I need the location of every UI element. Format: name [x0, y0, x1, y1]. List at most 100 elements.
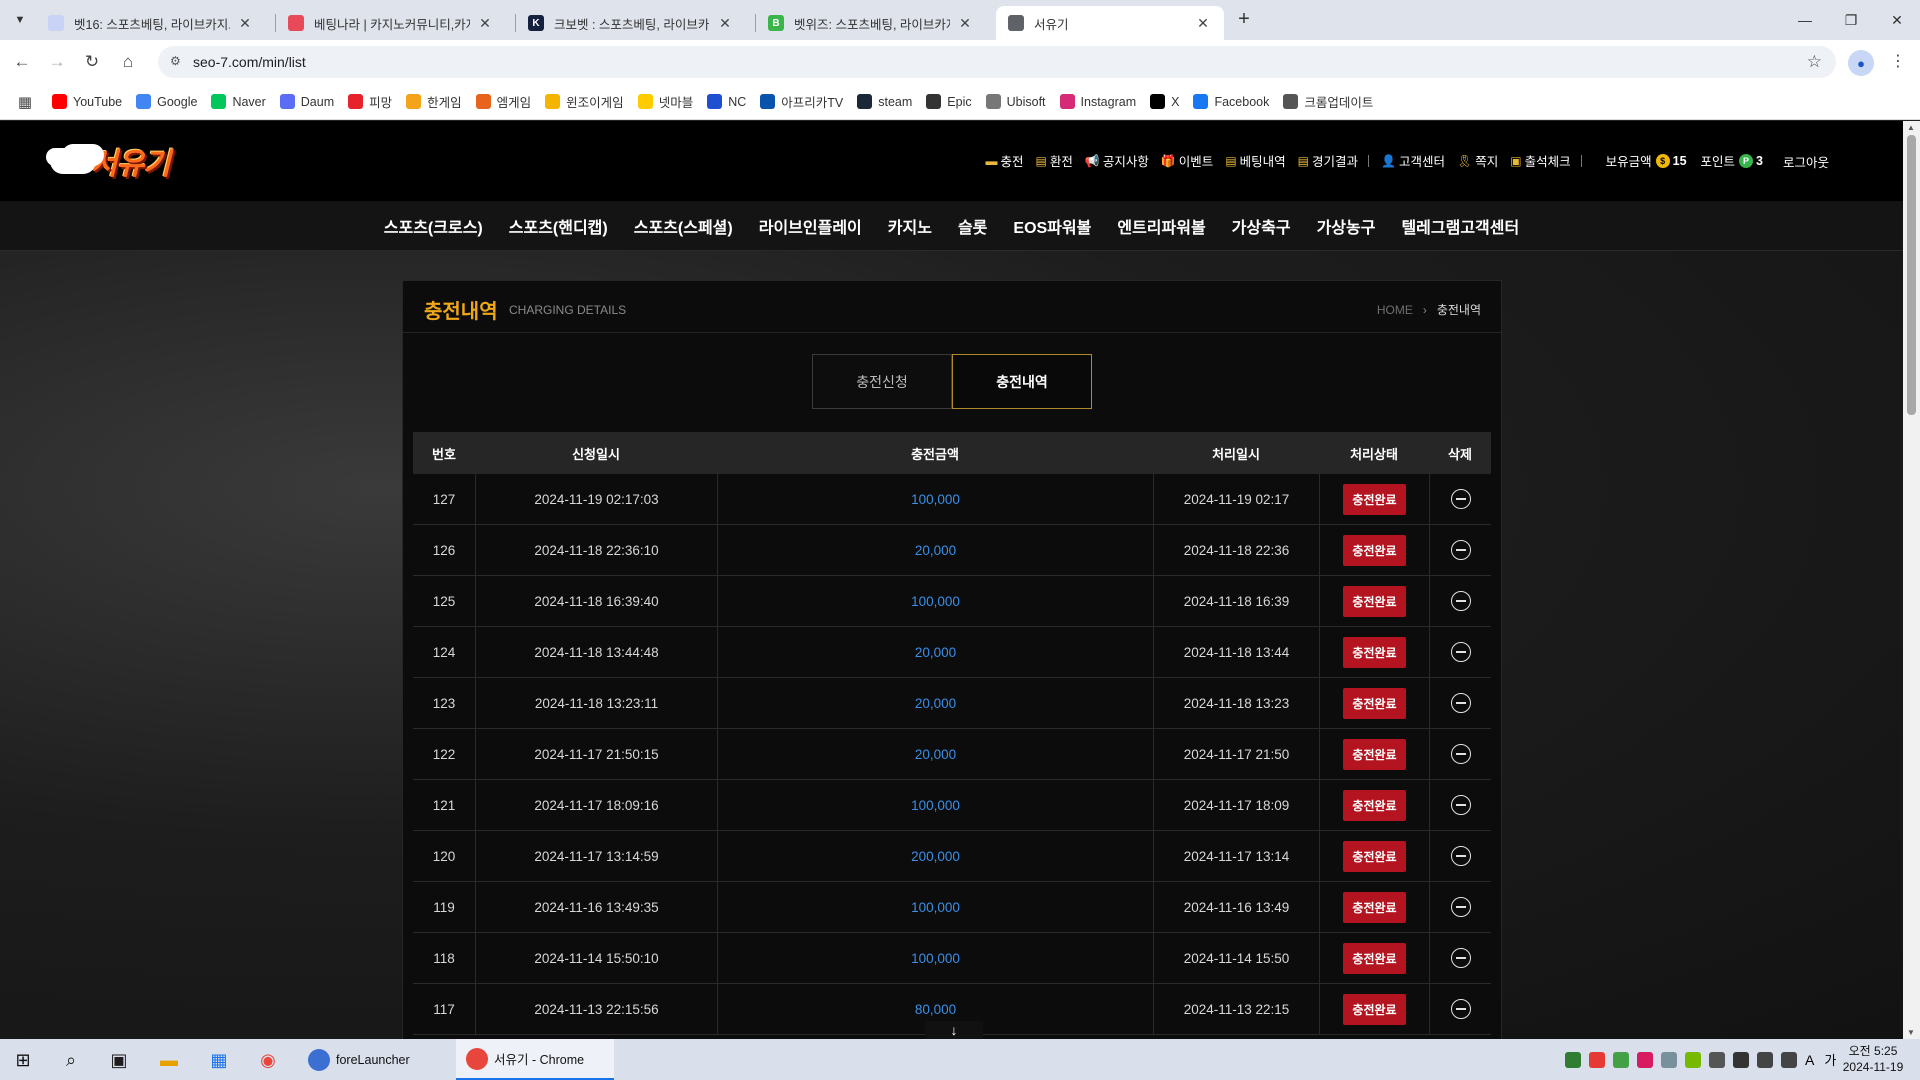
chrome-icon[interactable]: ◉ [255, 1047, 281, 1073]
forward-arrow-icon[interactable]: → [45, 50, 69, 74]
bookmark-item[interactable]: 윈조이게임 [545, 92, 624, 111]
home-icon[interactable]: ⌂ [116, 50, 140, 74]
scrollbar-thumb[interactable] [1907, 135, 1916, 415]
browser-tab[interactable]: 베팅나라 | 카지노커뮤니티,카지 ✕ [276, 6, 506, 40]
main-nav-item[interactable]: 텔레그램고객센터 [1401, 214, 1519, 238]
shield-icon[interactable] [1565, 1051, 1581, 1068]
nvidia-icon[interactable] [1685, 1051, 1701, 1068]
bookmark-item[interactable]: X [1150, 94, 1179, 109]
delete-minus-icon[interactable] [1450, 642, 1471, 662]
windows-start-icon[interactable]: ⊞ [10, 1047, 36, 1073]
bookmark-item[interactable]: Epic [926, 94, 972, 109]
apps-grid-icon[interactable]: ▦ [14, 91, 36, 113]
bookmark-item[interactable]: 엠게임 [475, 92, 531, 111]
volume-icon[interactable] [1781, 1051, 1797, 1068]
breadcrumb-home[interactable]: HOME [1377, 303, 1413, 317]
bookmark-item[interactable]: 피망 [348, 92, 392, 111]
top-menu-support[interactable]: 👤 고객센터 [1381, 151, 1445, 170]
new-tab-button[interactable]: + [1232, 8, 1256, 32]
main-nav-item[interactable]: EOS파워볼 [1013, 214, 1091, 238]
main-nav-item[interactable]: 스포츠(스페셜) [634, 214, 733, 238]
close-window-button[interactable]: ✕ [1874, 0, 1920, 40]
delete-minus-icon[interactable] [1450, 948, 1471, 968]
top-menu-exchange[interactable]: ▤ 환전 [1036, 151, 1073, 170]
bookmark-item[interactable]: Naver [211, 94, 266, 109]
main-nav-item[interactable]: 엔트리파워볼 [1117, 214, 1205, 238]
delete-minus-icon[interactable] [1450, 693, 1471, 713]
address-bar[interactable]: ⚙ seo-7.com/min/list ☆ [158, 46, 1836, 78]
tab-charge-request[interactable]: 충전신청 [812, 354, 952, 409]
ime-hangul[interactable]: 가 [1824, 1050, 1836, 1069]
security-icon[interactable] [1613, 1051, 1629, 1068]
google-tray-icon[interactable] [1709, 1051, 1725, 1068]
logout-link[interactable]: 로그아웃 [1783, 152, 1829, 171]
bookmark-item[interactable]: 한게임 [406, 92, 462, 111]
main-nav-item[interactable]: 카지노 [888, 214, 932, 238]
ime-mode[interactable]: A [1805, 1052, 1814, 1068]
tab-close-icon[interactable]: ✕ [476, 15, 494, 32]
network-icon[interactable] [1757, 1051, 1773, 1068]
tab-search-chevron-icon[interactable]: ▼ [8, 8, 32, 32]
bookmark-item[interactable]: Google [136, 94, 197, 109]
bookmark-item[interactable]: Ubisoft [985, 94, 1046, 109]
task-view-icon[interactable]: ▣ [106, 1047, 132, 1073]
top-menu-message[interactable]: 🎗 쪽지 [1457, 151, 1498, 170]
delete-minus-icon[interactable] [1450, 744, 1471, 764]
media-icon[interactable] [1589, 1051, 1605, 1068]
main-nav-item[interactable]: 슬롯 [958, 214, 987, 238]
bookmark-item[interactable]: 크롬업데이트 [1283, 92, 1373, 111]
delete-minus-icon[interactable] [1450, 489, 1471, 509]
bookmark-item[interactable]: Facebook [1193, 94, 1269, 109]
top-menu-results[interactable]: ▤ 경기결과 [1298, 151, 1358, 170]
tab-close-icon[interactable]: ✕ [1194, 15, 1212, 32]
file-explorer-icon[interactable]: ▬ [156, 1047, 182, 1073]
delete-minus-icon[interactable] [1450, 897, 1471, 917]
site-info-icon[interactable]: ⚙ [170, 54, 186, 70]
bookmark-item[interactable]: steam [857, 94, 912, 109]
store-icon[interactable]: ▦ [206, 1047, 232, 1073]
bookmark-item[interactable]: NC [707, 94, 746, 109]
browser-menu-icon[interactable]: ⋮ [1890, 50, 1906, 76]
chat-icon[interactable] [1637, 1051, 1653, 1068]
search-icon[interactable]: ⌕ [58, 1047, 84, 1073]
scroll-down-arrow-icon[interactable]: ↓ [925, 1021, 983, 1039]
taskbar-app[interactable]: 서유기 - Chrome [456, 1039, 614, 1080]
bookmark-item[interactable]: Daum [279, 94, 334, 109]
minimize-button[interactable]: — [1782, 0, 1828, 40]
top-menu-attendance[interactable]: ▣ 출석체크 [1510, 151, 1570, 170]
bookmark-item[interactable]: Instagram [1059, 94, 1136, 109]
delete-minus-icon[interactable] [1450, 540, 1471, 560]
tab-close-icon[interactable]: ✕ [956, 15, 974, 32]
browser-tab[interactable]: 벳16: 스포츠베팅, 라이브카지노 ✕ [36, 6, 266, 40]
tab-close-icon[interactable]: ✕ [236, 15, 254, 32]
delete-minus-icon[interactable] [1450, 591, 1471, 611]
bookmark-item[interactable]: YouTube [52, 94, 122, 109]
top-menu-event[interactable]: 🎁 이벤트 [1161, 151, 1213, 170]
scroll-down-icon[interactable]: ▼ [1907, 1028, 1915, 1037]
tab-charge-history[interactable]: 충전내역 [952, 354, 1092, 409]
url-text[interactable]: seo-7.com/min/list [193, 54, 306, 70]
tab-close-icon[interactable]: ✕ [716, 15, 734, 32]
profile-avatar-icon[interactable]: ● [1848, 50, 1874, 76]
main-nav-item[interactable]: 가상농구 [1317, 214, 1376, 238]
chevron-up-icon[interactable] [1733, 1051, 1749, 1068]
bookmark-item[interactable]: 넷마블 [637, 92, 693, 111]
browser-tab[interactable]: B 벳위즈: 스포츠베팅, 라이브카지 ✕ [756, 6, 986, 40]
delete-minus-icon[interactable] [1450, 999, 1471, 1019]
page-scrollbar[interactable]: ▲ ▼ [1903, 121, 1920, 1039]
browser-tab[interactable]: K 크보벳 : 스포츠베팅, 라이브카지 ✕ [516, 6, 746, 40]
scroll-up-icon[interactable]: ▲ [1907, 123, 1915, 132]
delete-minus-icon[interactable] [1450, 795, 1471, 815]
drive-icon[interactable] [1661, 1051, 1677, 1068]
main-nav-item[interactable]: 라이브인플레이 [759, 214, 862, 238]
site-logo[interactable]: 서유기 [50, 141, 171, 182]
bookmark-star-icon[interactable]: ☆ [1807, 52, 1822, 72]
system-clock[interactable]: 오전 5:25 2024-11-19 [1838, 1043, 1908, 1075]
main-nav-item[interactable]: 스포츠(크로스) [384, 214, 483, 238]
top-menu-bet-history[interactable]: ▤ 베팅내역 [1225, 151, 1285, 170]
browser-tab[interactable]: 서유기 ✕ [996, 6, 1224, 40]
bookmark-item[interactable]: 아프리카TV [760, 92, 843, 111]
back-arrow-icon[interactable]: ← [10, 50, 34, 74]
restore-button[interactable]: ❐ [1828, 0, 1874, 40]
top-menu-charge[interactable]: ▬ 충전 [986, 151, 1024, 170]
